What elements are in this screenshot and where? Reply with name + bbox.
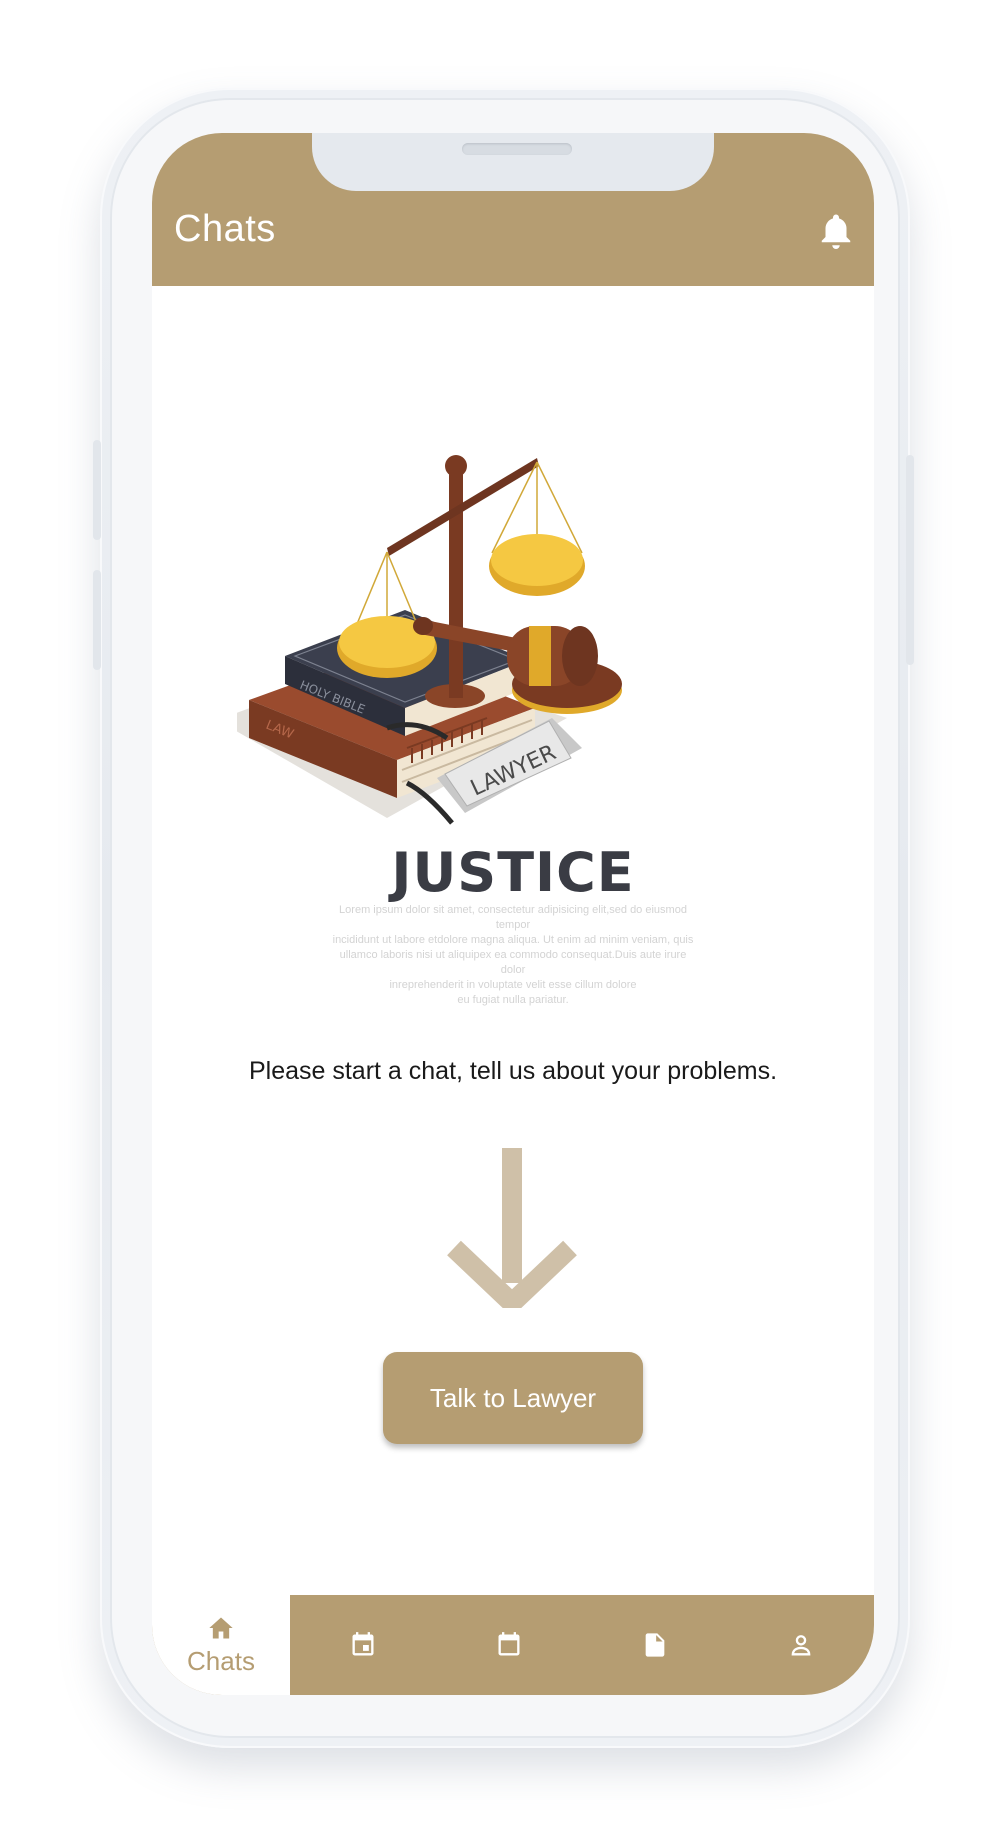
page-title: Chats	[174, 208, 276, 250]
phone-side-button	[93, 570, 101, 670]
illustration-heading: JUSTICE	[391, 841, 635, 904]
illustration-lorem: Lorem ipsum dolor sit amet, consectetur …	[332, 904, 694, 1006]
profile-icon	[791, 1635, 811, 1656]
app-screen: Chats LAW HOLY BIBLE LAWYER JUSTICE Lore…	[152, 133, 874, 1695]
phone-notch	[312, 133, 714, 191]
app-header: Chats	[152, 133, 874, 286]
nav-item-calendar[interactable]	[436, 1595, 582, 1695]
arrow-down-icon	[447, 1148, 577, 1308]
calendar-icon	[498, 1632, 520, 1656]
phone-power-button	[906, 455, 914, 665]
chat-prompt: Please start a chat, tell us about your …	[248, 1057, 778, 1085]
bottom-nav: Chats	[152, 1595, 874, 1695]
nav-item-chats[interactable]: Chats	[152, 1595, 290, 1695]
bell-icon[interactable]	[818, 211, 854, 251]
nav-item-label: Chats	[187, 1645, 255, 1676]
nav-item-documents[interactable]	[582, 1595, 728, 1695]
speaker-grille	[462, 143, 572, 155]
document-icon	[645, 1633, 665, 1657]
calendar-event-icon	[352, 1632, 374, 1656]
nav-item-profile[interactable]	[728, 1595, 874, 1695]
nav-item-appointments[interactable]	[290, 1595, 436, 1695]
phone-side-button	[93, 440, 101, 540]
home-icon	[209, 1617, 233, 1638]
talk-to-lawyer-button[interactable]: Talk to Lawyer	[383, 1352, 643, 1444]
